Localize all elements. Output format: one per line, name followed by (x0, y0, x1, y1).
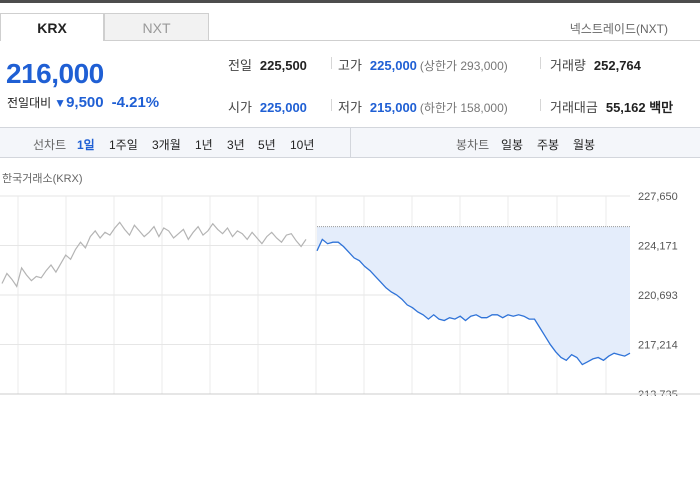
stat-label: 거래량 (550, 58, 586, 73)
stat-value: 252,764 (593, 58, 641, 73)
stat-volume: 거래량 252,764 (550, 55, 641, 74)
nextrade-link[interactable]: 넥스트레이드(NXT) (570, 20, 668, 37)
upper-limit: (상한가 293,000) (419, 59, 508, 73)
stat-label: 저가 (338, 100, 362, 115)
y-tick-label: 224,171 (638, 241, 678, 253)
tab-divider (209, 40, 700, 41)
previous-price-line (1, 221, 307, 288)
stat-value: 225,500 (259, 58, 307, 73)
y-tick-label: 217,214 (638, 340, 678, 352)
stat-high: 고가 225,000 (상한가 293,000) (338, 55, 508, 74)
down-triangle-icon: ▼ (54, 96, 67, 110)
stat-value: 225,000 (259, 100, 307, 115)
candle-daily[interactable]: 일봉 (501, 136, 523, 153)
divider (540, 57, 541, 69)
candle-monthly[interactable]: 월봉 (573, 136, 595, 153)
period-5y[interactable]: 5년 (258, 136, 276, 153)
exchange-label: 한국거래소(KRX) (2, 173, 83, 185)
period-3m[interactable]: 3개월 (152, 136, 181, 153)
stat-label: 시가 (228, 100, 252, 115)
candle-weekly[interactable]: 주봉 (537, 136, 559, 153)
divider (331, 57, 332, 69)
period-1d[interactable]: 1일 (77, 136, 95, 153)
stat-value: 225,000 (369, 58, 417, 73)
stat-amount: 거래대금 55,162 백만 (550, 97, 673, 116)
stat-label: 거래대금 (550, 100, 598, 115)
stat-open: 시가 225,000 (228, 97, 307, 116)
tab-nxt[interactable]: NXT (104, 13, 209, 41)
candle-chart-label: 봉차트 (456, 138, 490, 152)
y-tick-label: 213,735 (638, 389, 678, 396)
price-change: 전일대비 ▼9,500 -4.21% (7, 94, 159, 111)
tab-krx[interactable]: KRX (0, 13, 104, 41)
period-3y[interactable]: 3년 (227, 136, 245, 153)
change-label: 전일대비 (7, 96, 52, 110)
stat-prev-close: 전일 225,500 (228, 55, 307, 74)
divider (540, 99, 541, 111)
divider (331, 99, 332, 111)
bar-divider (350, 128, 351, 157)
price-line-chart: 227,650 224,171 220,693 217,214 213,735 (0, 191, 700, 396)
y-tick-label: 227,650 (638, 191, 678, 203)
stat-low: 저가 215,000 (하한가 158,000) (338, 97, 508, 116)
top-border (0, 0, 700, 3)
current-price: 216,000 (6, 58, 104, 89)
stat-value: 215,000 (369, 100, 417, 115)
change-value: 9,500 (66, 94, 104, 111)
period-1w[interactable]: 1주일 (109, 136, 138, 153)
chart-period-bar: 선차트 1일 1주일 3개월 1년 3년 5년 10년 봉차트 일봉 주봉 월봉 (0, 127, 700, 158)
period-10y[interactable]: 10년 (290, 136, 314, 153)
change-percent: -4.21% (111, 94, 160, 111)
line-chart-label: 선차트 (33, 138, 67, 152)
stat-value: 55,162 백만 (605, 100, 674, 115)
period-1y[interactable]: 1년 (195, 136, 213, 153)
stat-label: 전일 (228, 58, 252, 73)
stat-label: 고가 (338, 58, 362, 73)
y-tick-label: 220,693 (638, 290, 678, 302)
lower-limit: (하한가 158,000) (419, 101, 508, 115)
